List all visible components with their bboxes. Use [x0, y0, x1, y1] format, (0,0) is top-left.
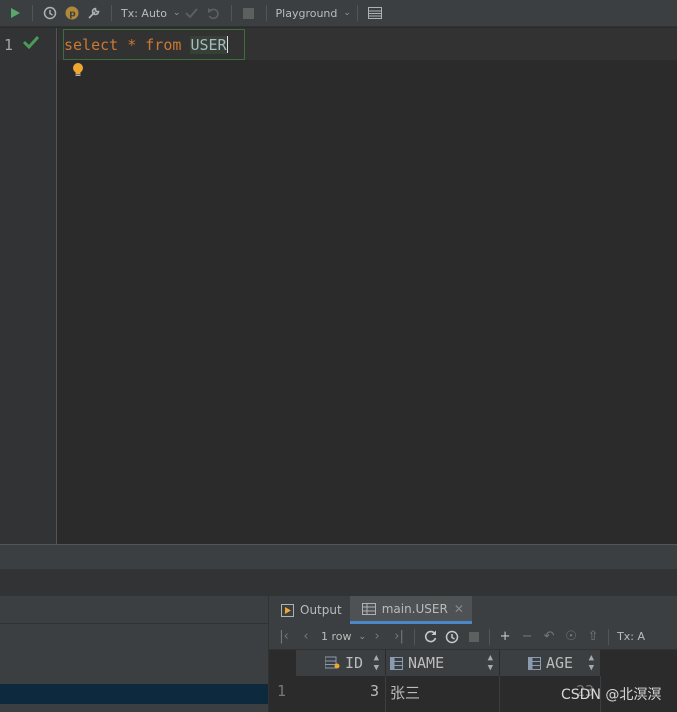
primary-key-column-icon	[324, 656, 341, 670]
results-toolbar: |‹ ‹ 1 row ⌄ › ›| + − ↶ ☉ ⇧ Tx: A	[269, 624, 677, 650]
commit-icon[interactable]	[181, 3, 203, 23]
sql-statement[interactable]: select * from USER	[64, 36, 228, 54]
playground-dropdown[interactable]: Playground ⌄	[273, 3, 351, 23]
toolbar-separator	[32, 5, 33, 21]
add-row-icon[interactable]: +	[494, 627, 516, 647]
sql-editor[interactable]: 1 select * from USER	[0, 28, 677, 544]
chevron-down-icon: ⌄	[358, 631, 367, 642]
editor-toolbar: p Tx: Auto ⌄ Playground ⌄	[0, 0, 677, 27]
column-icon	[528, 656, 542, 670]
parameters-icon[interactable]: p	[61, 3, 83, 23]
toolbar-separator	[356, 5, 358, 21]
submit-icon[interactable]: ⇧	[582, 627, 604, 647]
sort-icon[interactable]: ▲ ▼	[374, 653, 379, 673]
preview-changes-icon[interactable]: ☉	[560, 627, 582, 647]
chevron-down-icon: ⌄	[343, 8, 351, 18]
services-tree-header	[0, 596, 268, 624]
editor-gutter: 1	[0, 28, 57, 544]
chevron-down-icon: ⌄	[172, 8, 181, 18]
results-tx-mode[interactable]: Tx: A	[613, 630, 649, 643]
next-page-icon[interactable]: ›	[366, 627, 388, 647]
last-page-icon[interactable]: ›|	[388, 627, 410, 647]
playground-label: Playground	[275, 6, 338, 20]
tab-output-label: Output	[300, 603, 342, 617]
star-operator: *	[127, 36, 137, 54]
services-panel-header	[0, 569, 677, 596]
table-view-icon[interactable]	[364, 3, 386, 23]
column-header-id-label: ID	[344, 654, 363, 672]
toolbar-separator	[265, 5, 267, 21]
transaction-mode-dropdown[interactable]: Tx: Auto ⌄	[118, 3, 181, 23]
tab-main-user[interactable]: main.USER ✕	[349, 596, 472, 624]
first-page-icon[interactable]: |‹	[273, 627, 295, 647]
toolbar-separator	[489, 628, 491, 645]
text-caret	[226, 36, 228, 53]
toolbar-separator	[608, 628, 610, 645]
stop-icon[interactable]	[463, 627, 485, 647]
sort-icon[interactable]: ▲ ▼	[488, 653, 493, 673]
column-header-age-label: AGE	[546, 654, 574, 672]
tab-output[interactable]: Output	[269, 596, 350, 624]
table-icon	[361, 602, 376, 615]
column-icon	[390, 656, 404, 670]
stop-icon[interactable]	[238, 3, 260, 23]
previous-page-icon[interactable]: ‹	[295, 627, 317, 647]
delete-row-icon[interactable]: −	[516, 627, 538, 647]
toolbar-separator	[414, 628, 416, 645]
lightbulb-icon[interactable]	[72, 62, 84, 81]
column-header-name[interactable]: NAME ▲ ▼	[386, 650, 500, 676]
table-identifier: USER	[190, 36, 227, 54]
tab-main-user-label: main.USER	[381, 601, 448, 616]
column-header-id[interactable]: ID ▲ ▼	[296, 650, 386, 676]
refresh-icon[interactable]	[419, 627, 441, 647]
sort-icon[interactable]: ▲ ▼	[589, 653, 594, 673]
cell-name[interactable]: 张三	[386, 676, 500, 712]
settings-wrench-icon[interactable]	[83, 3, 105, 23]
history-icon[interactable]	[39, 3, 61, 23]
watermark-text: CSDN @北溟溟	[561, 687, 662, 703]
history-icon[interactable]	[441, 627, 463, 647]
keyword-select: select	[64, 36, 119, 54]
results-tabs: Output main.USER ✕	[269, 596, 677, 624]
revert-icon[interactable]: ↶	[538, 627, 560, 647]
close-icon[interactable]: ✕	[454, 602, 464, 616]
toolbar-separator	[230, 5, 232, 21]
services-tree-pane	[0, 596, 268, 712]
row-count-dropdown[interactable]: 1 row ⌄	[317, 627, 366, 647]
run-icon[interactable]	[4, 3, 26, 23]
column-header-name-label: NAME	[408, 654, 445, 672]
split-divider[interactable]	[0, 544, 677, 569]
line-number: 1	[4, 36, 14, 54]
keyword-from: from	[145, 36, 182, 54]
checkmark-icon	[22, 34, 40, 53]
toolbar-separator	[111, 5, 112, 21]
cell-id[interactable]: 3	[296, 676, 386, 712]
svg-text:p: p	[69, 10, 76, 20]
output-icon	[281, 603, 294, 617]
rollback-icon[interactable]	[203, 3, 225, 23]
transaction-mode-label: Tx: Auto	[121, 6, 167, 20]
row-count-label: 1 row	[321, 630, 352, 643]
selected-tree-row[interactable]	[0, 684, 268, 704]
row-number: 1	[277, 682, 287, 700]
column-header-age[interactable]: AGE ▲ ▼	[500, 650, 601, 676]
